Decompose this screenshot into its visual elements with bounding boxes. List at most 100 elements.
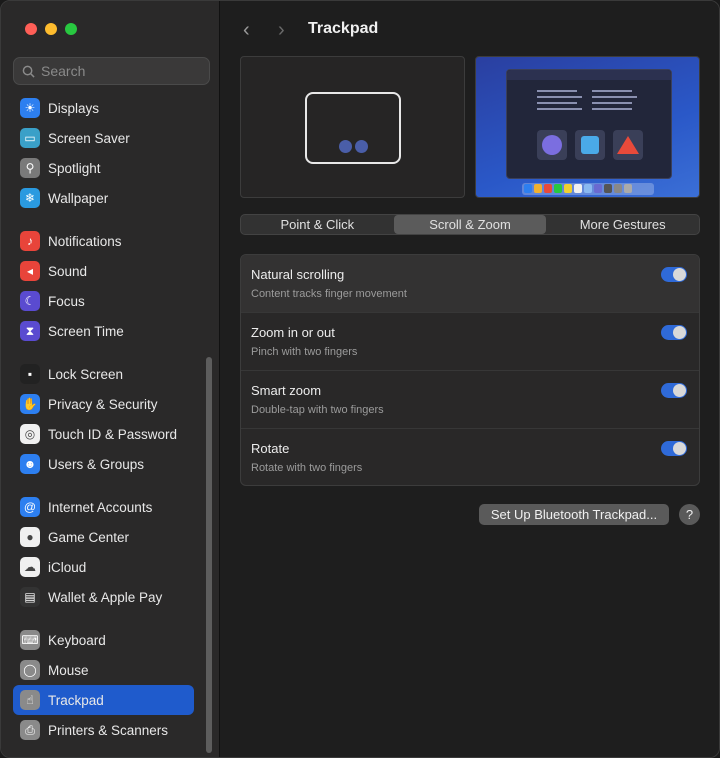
lock-icon: ▪	[20, 364, 40, 384]
setting-row-zoom-in-or-out: Zoom in or out Pinch with two fingers	[241, 313, 699, 371]
sidebar-item-sound[interactable]: ◂ Sound	[13, 256, 194, 286]
system-settings-window: ☀ Displays ▭ Screen Saver ⚲ Spotlight ❄ Wallpap…	[0, 0, 720, 758]
toggle-switch[interactable]	[661, 441, 687, 456]
sidebar-section-gap	[1, 479, 206, 492]
sidebar-item-trackpad[interactable]: ☝ Trackpad	[13, 685, 194, 715]
sidebar-item-label: Mouse	[48, 662, 89, 678]
cloud-icon: ☁	[20, 557, 40, 577]
sidebar-item-keyboard[interactable]: ⌨ Keyboard	[13, 625, 194, 655]
sidebar-item-label: Spotlight	[48, 160, 101, 176]
sidebar-item-label: Game Center	[48, 529, 130, 545]
sidebar-item-screen-saver[interactable]: ▭ Screen Saver	[13, 123, 194, 153]
sidebar-item-label: iCloud	[48, 559, 87, 575]
zoom-button[interactable]	[65, 23, 77, 35]
sidebar-item-label: Internet Accounts	[48, 499, 153, 515]
setting-subtitle: Rotate with two fingers	[251, 462, 363, 474]
sidebar-item-label: Privacy & Security	[48, 396, 158, 412]
sidebar-item-label: Focus	[48, 293, 85, 309]
sidebar-item-label: Users & Groups	[48, 456, 145, 472]
sidebar-item-internet-accounts[interactable]: @ Internet Accounts	[13, 492, 194, 522]
setting-subtitle: Double-tap with two fingers	[251, 404, 384, 416]
sidebar-item-game-center[interactable]: ● Game Center	[13, 522, 194, 552]
sidebar-item-users-groups[interactable]: ☻ Users & Groups	[13, 449, 194, 479]
snowflake-icon: ❄	[20, 188, 40, 208]
trackpad-gesture-preview	[240, 56, 465, 198]
setting-subtitle: Content tracks finger movement	[251, 288, 407, 300]
sidebar-item-mouse[interactable]: ◯ Mouse	[13, 655, 194, 685]
page-title: Trackpad	[308, 20, 379, 37]
tab-scroll-zoom[interactable]: Scroll & Zoom	[393, 215, 547, 234]
minimize-button[interactable]	[45, 23, 57, 35]
sidebar-item-wallpaper[interactable]: ❄ Wallpaper	[13, 183, 194, 213]
setting-row-natural-scrolling: Natural scrolling Content tracks finger m…	[241, 255, 699, 313]
toggle-switch[interactable]	[661, 325, 687, 340]
sidebar-list: ☀ Displays ▭ Screen Saver ⚲ Spotlight ❄ Wallpap…	[1, 93, 206, 745]
sidebar-item-notifications[interactable]: ♪ Notifications	[13, 226, 194, 256]
trackpad-icon: ☝	[20, 690, 40, 710]
hourglass-icon: ⧗	[20, 321, 40, 341]
sidebar-item-printers-scanners[interactable]: ⎙ Printers & Scanners	[13, 715, 194, 745]
fingerprint-icon: ◎	[20, 424, 40, 444]
finger-dot	[339, 140, 352, 153]
sidebar-item-focus[interactable]: ☾ Focus	[13, 286, 194, 316]
setting-row-rotate: Rotate Rotate with two fingers	[241, 429, 699, 485]
finger-dot	[355, 140, 368, 153]
tab-bar: Point & Click Scroll & Zoom More Gestures	[240, 214, 700, 235]
sidebar-section-gap	[1, 612, 206, 625]
setting-title: Zoom in or out	[251, 325, 335, 340]
keyboard-icon: ⌨	[20, 630, 40, 650]
help-button[interactable]: ?	[679, 504, 700, 525]
tab-more-gestures[interactable]: More Gestures	[546, 215, 699, 234]
forward-button[interactable]: ›	[278, 19, 285, 42]
close-button[interactable]	[25, 23, 37, 35]
bell-icon: ♪	[20, 231, 40, 251]
setting-title: Natural scrolling	[251, 267, 345, 282]
sidebar-item-privacy-security[interactable]: ✋ Privacy & Security	[13, 389, 194, 419]
preview-window-illustration	[506, 69, 672, 179]
setting-title: Rotate	[251, 441, 290, 456]
setting-subtitle: Pinch with two fingers	[251, 346, 358, 358]
search-field[interactable]	[13, 57, 210, 85]
screen-preview	[475, 56, 700, 198]
trackpad-illustration	[305, 92, 401, 164]
sidebar: ☀ Displays ▭ Screen Saver ⚲ Spotlight ❄ Wallpap…	[1, 1, 220, 757]
sidebar-item-label: Lock Screen	[48, 366, 124, 382]
sidebar-item-touch-id-password[interactable]: ◎ Touch ID & Password	[13, 419, 194, 449]
settings-group: Natural scrolling Content tracks finger m…	[240, 254, 700, 486]
sidebar-item-label: Sound	[48, 263, 88, 279]
mouse-icon: ◯	[20, 660, 40, 680]
sidebar-item-spotlight[interactable]: ⚲ Spotlight	[13, 153, 194, 183]
sidebar-item-label: Notifications	[48, 233, 122, 249]
screensaver-icon: ▭	[20, 128, 40, 148]
sidebar-section-gap	[1, 346, 206, 359]
sidebar-item-label: Wallpaper	[48, 190, 109, 206]
back-button[interactable]: ‹	[243, 19, 250, 42]
sidebar-item-label: Keyboard	[48, 632, 106, 648]
sidebar-item-label: Touch ID & Password	[48, 426, 178, 442]
at-icon: @	[20, 497, 40, 517]
sidebar-item-wallet-apple-pay[interactable]: ▤ Wallet & Apple Pay	[13, 582, 194, 612]
tab-point-click[interactable]: Point & Click	[241, 215, 394, 234]
sidebar-section-gap	[1, 213, 206, 226]
hand-icon: ✋	[20, 394, 40, 414]
toggle-switch[interactable]	[661, 267, 687, 282]
setting-row-smart-zoom: Smart zoom Double-tap with two fingers	[241, 371, 699, 429]
sidebar-item-icloud[interactable]: ☁ iCloud	[13, 552, 194, 582]
sidebar-item-displays[interactable]: ☀ Displays	[13, 93, 194, 123]
users-icon: ☻	[20, 454, 40, 474]
sidebar-item-label: Screen Saver	[48, 130, 130, 146]
toggle-switch[interactable]	[661, 383, 687, 398]
window-controls	[25, 23, 77, 35]
setup-bluetooth-trackpad-button[interactable]: Set Up Bluetooth Trackpad...	[479, 504, 669, 525]
sidebar-item-label: Displays	[48, 100, 100, 116]
sidebar-item-lock-screen[interactable]: ▪ Lock Screen	[13, 359, 194, 389]
search-input[interactable]	[41, 63, 191, 79]
speaker-icon: ◂	[20, 261, 40, 281]
sidebar-item-screen-time[interactable]: ⧗ Screen Time	[13, 316, 194, 346]
printer-icon: ⎙	[20, 720, 40, 740]
search-icon	[22, 65, 35, 78]
sidebar-item-label: Screen Time	[48, 323, 124, 339]
sidebar-scrollbar[interactable]	[206, 357, 212, 753]
sidebar-item-label: Trackpad	[48, 692, 104, 708]
sidebar-item-label: Printers & Scanners	[48, 722, 169, 738]
